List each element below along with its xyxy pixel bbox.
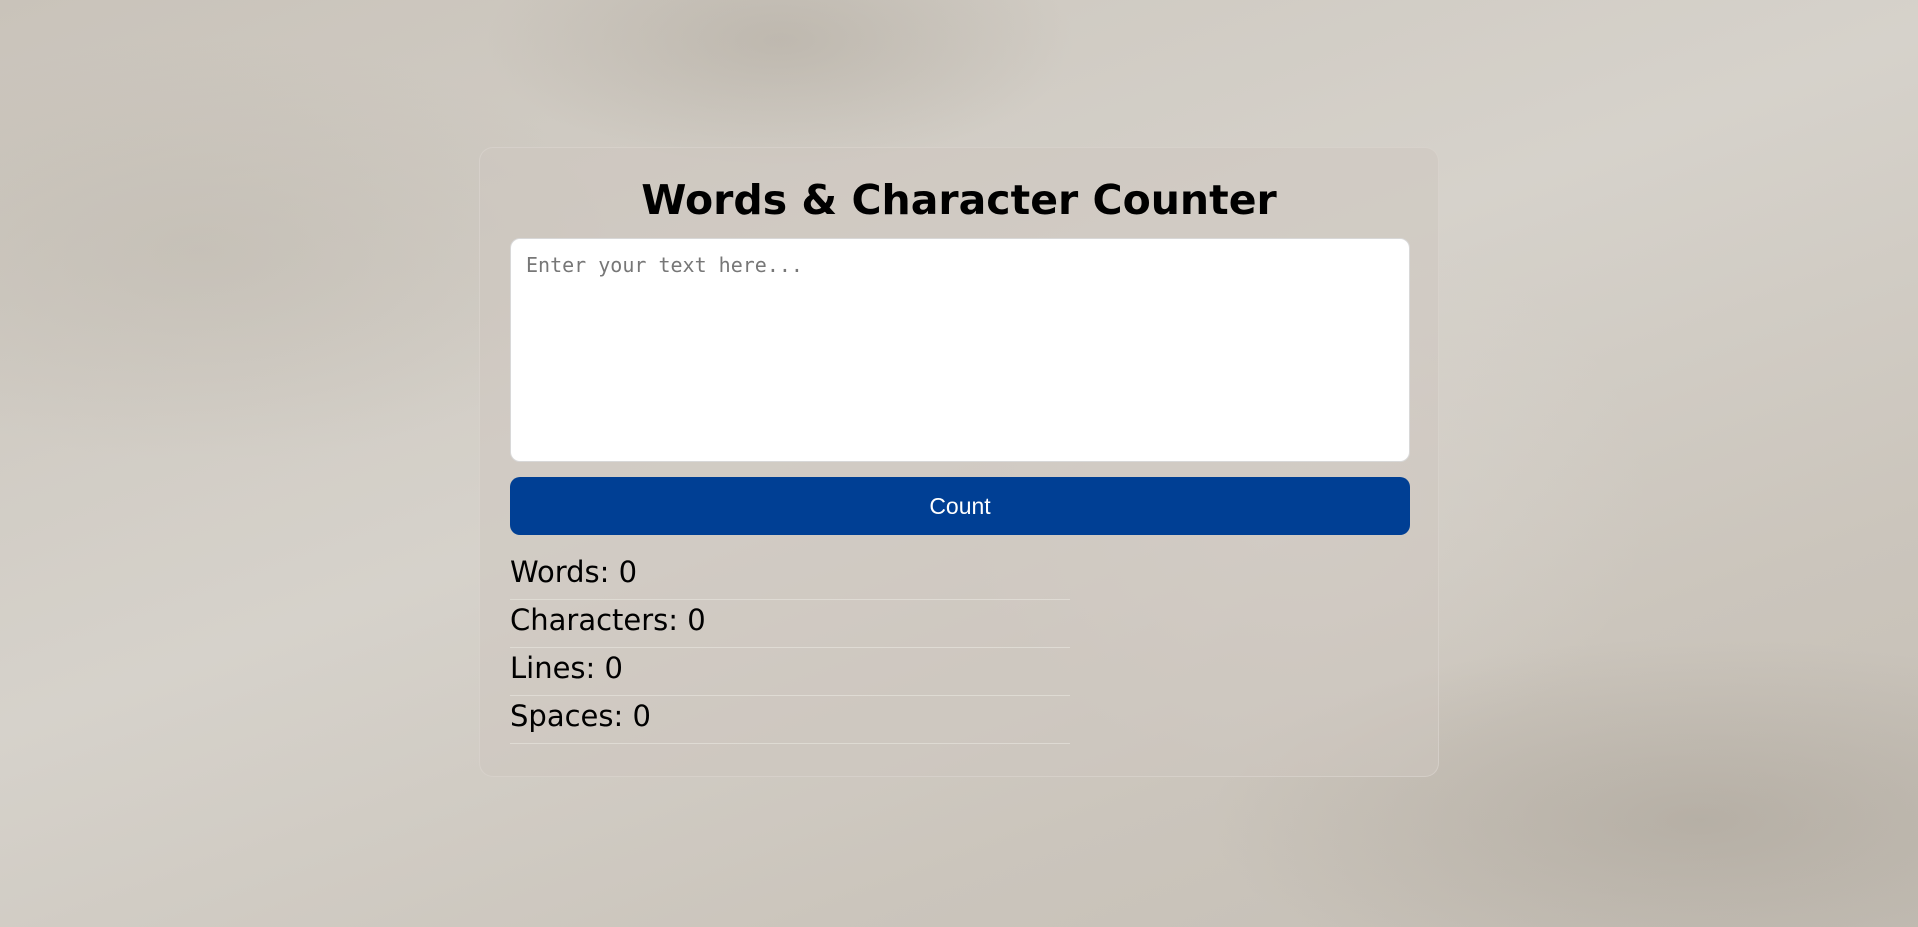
text-input[interactable] [510,238,1410,462]
stat-lines: Lines: 0 [510,649,1070,696]
text-input-wrapper [510,238,1410,462]
stat-spaces: Spaces: 0 [510,697,1070,744]
stats-list: Words: 0 Characters: 0 Lines: 0 Spaces: … [510,553,1408,744]
page-title: Words & Character Counter [641,176,1277,224]
count-button[interactable]: Count [510,477,1410,535]
counter-card: Words & Character Counter Count Words: 0… [479,147,1439,777]
stat-characters: Characters: 0 [510,601,1070,648]
stat-words: Words: 0 [510,553,1070,600]
